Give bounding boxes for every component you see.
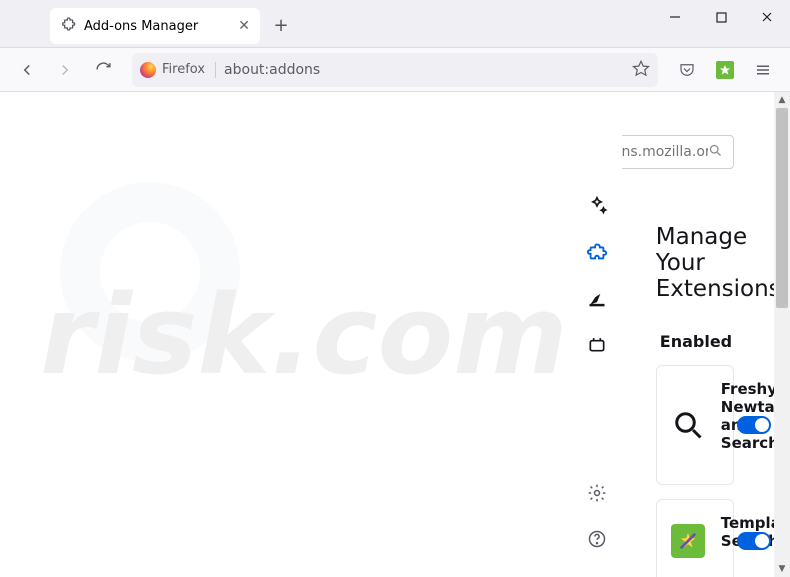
forward-button[interactable] bbox=[48, 53, 82, 87]
addons-settings-button[interactable] bbox=[583, 479, 611, 507]
addons-search-box[interactable] bbox=[622, 135, 734, 169]
scroll-down-icon[interactable]: ▼ bbox=[774, 561, 790, 577]
titlebar: Add-ons Manager ✕ + bbox=[0, 0, 790, 48]
url-bar[interactable]: Firefox about:addons bbox=[132, 53, 658, 87]
main-panel: Find more add-ons Manage Your Extensions… bbox=[622, 92, 774, 577]
magnifier-icon bbox=[671, 408, 705, 442]
identity-label: Firefox bbox=[162, 62, 205, 77]
puzzle-icon bbox=[60, 16, 76, 36]
scroll-up-icon[interactable]: ▲ bbox=[774, 92, 790, 108]
window-controls bbox=[652, 0, 790, 34]
enable-toggle[interactable] bbox=[737, 416, 771, 434]
browser-tab[interactable]: Add-ons Manager ✕ bbox=[50, 8, 260, 44]
plugins-category[interactable] bbox=[583, 330, 611, 358]
scrollbar[interactable]: ▲ ▼ bbox=[774, 92, 790, 577]
tab-title: Add-ons Manager bbox=[84, 19, 198, 34]
toolbar: Firefox about:addons bbox=[0, 48, 790, 92]
enable-toggle[interactable] bbox=[737, 532, 771, 550]
back-button[interactable] bbox=[10, 53, 44, 87]
app-menu-button[interactable] bbox=[746, 53, 780, 87]
category-sidebar bbox=[572, 92, 622, 577]
template-search-icon bbox=[671, 524, 705, 558]
tab-close-button[interactable]: ✕ bbox=[238, 18, 250, 34]
extension-card[interactable]: Freshy Newtab and Search This add-on req… bbox=[656, 365, 734, 485]
page-title: Manage Your Extensions bbox=[656, 224, 774, 302]
pocket-button[interactable] bbox=[670, 53, 704, 87]
firefox-icon bbox=[140, 62, 156, 78]
reload-button[interactable] bbox=[86, 53, 120, 87]
bookmark-star-icon[interactable] bbox=[632, 59, 650, 81]
watermark: risk.com bbox=[0, 92, 528, 577]
recommendations-category[interactable] bbox=[583, 192, 611, 220]
url-text: about:addons bbox=[224, 62, 320, 78]
extension-card[interactable]: Template Search This add-on requests per… bbox=[656, 499, 734, 577]
help-button[interactable] bbox=[583, 525, 611, 553]
extension-badge-button[interactable] bbox=[708, 53, 742, 87]
themes-category[interactable] bbox=[583, 284, 611, 312]
scrollbar-thumb[interactable] bbox=[776, 108, 788, 308]
addons-search-input[interactable] bbox=[622, 144, 708, 160]
maximize-button[interactable] bbox=[698, 0, 744, 34]
close-window-button[interactable] bbox=[744, 0, 790, 34]
new-tab-button[interactable]: + bbox=[266, 10, 296, 40]
minimize-button[interactable] bbox=[652, 0, 698, 34]
extension-badge-icon bbox=[716, 61, 734, 79]
enabled-section-title: Enabled bbox=[660, 332, 734, 351]
extensions-category[interactable] bbox=[583, 238, 611, 266]
search-icon bbox=[708, 143, 723, 162]
identity-box[interactable]: Firefox bbox=[140, 62, 216, 78]
